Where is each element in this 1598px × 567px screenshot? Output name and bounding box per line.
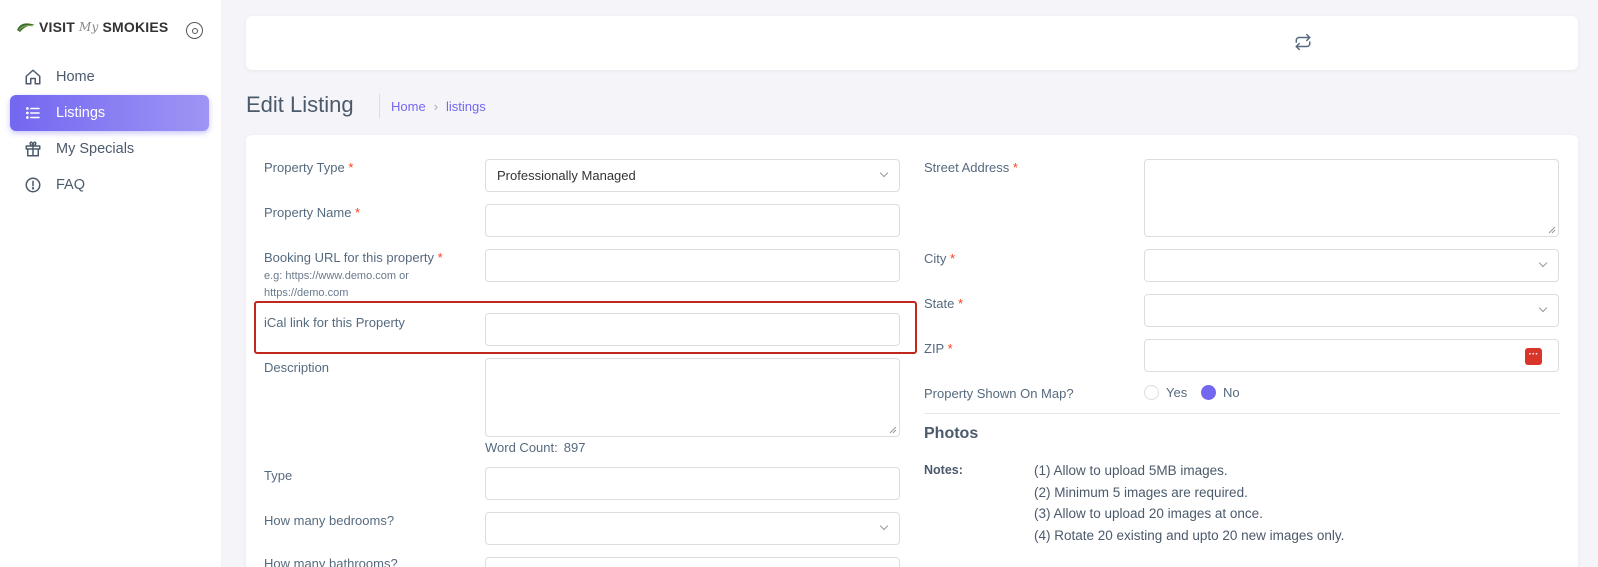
- bedrooms-label: How many bedrooms?: [264, 513, 395, 528]
- page-title: Edit Listing: [246, 92, 354, 117]
- chevron-down-icon: [1538, 303, 1548, 313]
- map-yes-label: Yes: [1166, 385, 1188, 400]
- map-no-radio[interactable]: No: [1201, 385, 1240, 400]
- breadcrumb: Home › listings: [391, 99, 486, 114]
- type-label: Type: [264, 468, 293, 483]
- street-address-label: Street Address *: [924, 160, 1018, 175]
- bedrooms-select[interactable]: [485, 512, 900, 545]
- note-item: (4) Rotate 20 existing and upto 20 new i…: [1034, 527, 1345, 543]
- city-select[interactable]: [1144, 249, 1559, 282]
- mountain-leaf-icon: [17, 23, 35, 32]
- description-label: Description: [264, 360, 330, 375]
- circle-dot-icon: [191, 27, 198, 34]
- note-item: (3) Allow to upload 20 images at once.: [1034, 506, 1263, 521]
- booking-url-input[interactable]: [485, 249, 900, 282]
- resize-handle-icon[interactable]: [1548, 226, 1556, 234]
- resize-handle-icon[interactable]: [889, 426, 897, 434]
- bathrooms-label: How many bathrooms?: [264, 556, 398, 567]
- map-yes-radio[interactable]: Yes: [1144, 385, 1187, 400]
- type-input[interactable]: [485, 467, 900, 500]
- property-name-input[interactable]: [485, 204, 900, 237]
- booking-url-hint: e.g: https://www.demo.com or https://demo…: [264, 268, 409, 302]
- required-mark: *: [437, 250, 443, 265]
- breadcrumb-listings-link[interactable]: listings: [446, 99, 486, 114]
- property-name-label: Property Name *: [264, 205, 360, 220]
- required-mark: *: [950, 251, 956, 266]
- chevron-right-icon: ›: [433, 99, 439, 114]
- required-mark: *: [947, 341, 953, 356]
- title-divider: [379, 94, 380, 118]
- word-count-value: 897: [563, 440, 586, 455]
- required-mark: *: [1012, 160, 1018, 175]
- ical-link-input[interactable]: [485, 313, 900, 346]
- word-count: Word Count: 897: [485, 440, 585, 455]
- notes-label: Notes:: [924, 463, 963, 477]
- property-type-value: Professionally Managed: [497, 168, 636, 183]
- booking-url-label-text: Booking URL for this property: [264, 250, 435, 265]
- property-type-label-text: Property Type: [264, 160, 345, 175]
- street-address-label-text: Street Address: [924, 160, 1010, 175]
- state-select[interactable]: [1144, 294, 1559, 327]
- word-count-label: Word Count:: [485, 440, 558, 455]
- map-no-label: No: [1223, 385, 1240, 400]
- notes-list: (1) Allow to upload 5MB images. (2) Mini…: [1034, 460, 1344, 546]
- zip-label-text: ZIP: [924, 341, 944, 356]
- zip-input[interactable]: ···: [1144, 339, 1559, 372]
- top-navbar: [246, 16, 1578, 70]
- state-label: State *: [924, 296, 963, 311]
- sidebar-item-listings[interactable]: Listings: [10, 95, 209, 131]
- shown-on-map-label: Property Shown On Map?: [924, 386, 1074, 401]
- required-mark: *: [957, 296, 964, 311]
- sidebar-item-faq[interactable]: FAQ: [10, 167, 209, 203]
- sidebar-item-label: FAQ: [56, 177, 86, 193]
- booking-url-hint-line: https://demo.com: [264, 287, 349, 299]
- sidebar-item-home[interactable]: Home: [10, 59, 209, 95]
- list-icon: [26, 107, 40, 119]
- sidebar-nav: Home Listings My Specials FAQ: [10, 59, 209, 203]
- booking-url-hint-line: e.g: https://www.demo.com or: [264, 270, 409, 282]
- chevron-down-icon: [879, 521, 889, 531]
- sidebar: VISIT My SMOKIES Home Listings My Specia…: [0, 0, 221, 567]
- sidebar-item-label: Listings: [56, 105, 106, 121]
- brand-script: My: [79, 20, 99, 34]
- section-divider: [924, 413, 1560, 414]
- sidebar-item-my-specials[interactable]: My Specials: [10, 131, 209, 167]
- property-name-label-text: Property Name: [264, 205, 352, 220]
- photos-heading: Photos: [924, 425, 979, 442]
- bathrooms-select[interactable]: [485, 557, 900, 567]
- sidebar-collapse-button[interactable]: [186, 22, 203, 39]
- ical-link-label: iCal link for this Property: [264, 315, 405, 330]
- radio-unchecked-icon: [1144, 385, 1159, 400]
- note-item: (1) Allow to upload 5MB images.: [1034, 463, 1228, 478]
- chevron-down-icon: [1538, 258, 1548, 268]
- zip-label: ZIP *: [924, 341, 953, 356]
- brand-logo[interactable]: VISIT My SMOKIES: [16, 19, 168, 35]
- city-label-text: City: [924, 251, 947, 266]
- property-type-label: Property Type *: [264, 160, 353, 175]
- brand-visit: VISIT: [39, 19, 76, 35]
- required-mark: *: [355, 205, 361, 220]
- more-dots-icon[interactable]: ···: [1525, 348, 1542, 365]
- info-circle-icon: [25, 177, 41, 193]
- sidebar-item-label: My Specials: [56, 141, 135, 157]
- breadcrumb-home-link[interactable]: Home: [391, 99, 426, 114]
- note-item: (2) Minimum 5 images are required.: [1034, 484, 1248, 500]
- state-label-text: State: [924, 296, 955, 311]
- brand-smokies: SMOKIES: [102, 19, 169, 35]
- property-type-select[interactable]: Professionally Managed: [485, 159, 900, 192]
- gift-icon: [25, 141, 41, 157]
- home-icon: [25, 69, 41, 85]
- refresh-icon[interactable]: [1294, 33, 1312, 51]
- city-label: City *: [924, 251, 955, 266]
- required-mark: *: [348, 160, 354, 175]
- sidebar-item-label: Home: [56, 69, 95, 85]
- street-address-textarea[interactable]: [1144, 159, 1559, 237]
- radio-checked-icon: [1201, 385, 1216, 400]
- chevron-down-icon: [879, 168, 889, 178]
- description-textarea[interactable]: [485, 358, 900, 437]
- booking-url-label: Booking URL for this property *: [264, 250, 443, 265]
